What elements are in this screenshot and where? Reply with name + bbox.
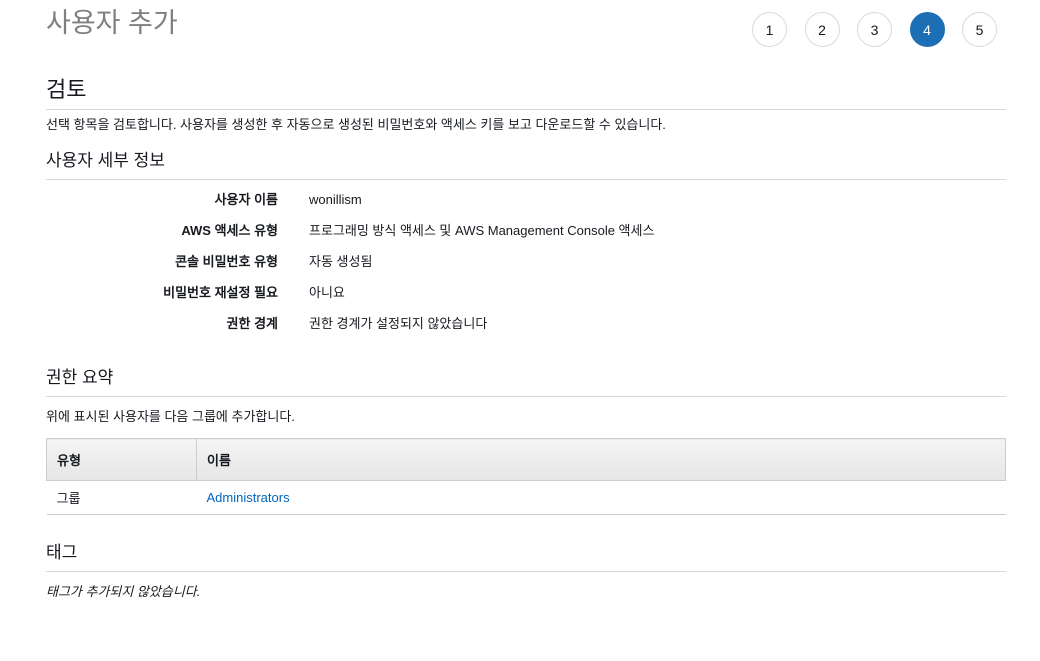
- detail-value: 권한 경계가 설정되지 않았습니다: [309, 316, 488, 331]
- wizard-steps: 1 2 3 4 5: [752, 12, 997, 47]
- detail-label: AWS 액세스 유형: [181, 223, 278, 238]
- step-4-active[interactable]: 4: [909, 12, 945, 47]
- add-user-review-page: 사용자 추가 1 2 3 4 5 검토 선택 항목을 검토합니다. 사용자를 생…: [0, 0, 1040, 661]
- cell-name: Administrators: [196, 480, 1006, 515]
- detail-label: 비밀번호 재설정 필요: [163, 285, 278, 300]
- table-row: 그룹 Administrators: [46, 480, 1006, 515]
- tags-heading: 태그: [46, 542, 1006, 572]
- permissions-heading: 권한 요약: [46, 367, 1006, 397]
- step-1[interactable]: 1: [752, 12, 787, 47]
- detail-label: 콘솔 비밀번호 유형: [175, 254, 278, 269]
- review-description: 선택 항목을 검토합니다. 사용자를 생성한 후 자동으로 생성된 비밀번호와 …: [46, 117, 666, 132]
- detail-row-password-type: 콘솔 비밀번호 유형 자동 생성됨: [46, 253, 1006, 284]
- detail-row-username: 사용자 이름 wonillism: [46, 191, 1006, 222]
- detail-label: 권한 경계: [226, 316, 278, 331]
- user-details-heading: 사용자 세부 정보: [46, 150, 1006, 180]
- detail-value: 자동 생성됨: [309, 254, 373, 269]
- permissions-description: 위에 표시된 사용자를 다음 그룹에 추가합니다.: [46, 409, 295, 424]
- step-5[interactable]: 5: [962, 12, 997, 47]
- detail-row-password-reset: 비밀번호 재설정 필요 아니요: [46, 284, 1006, 315]
- page-title: 사용자 추가: [46, 8, 178, 38]
- group-link-administrators[interactable]: Administrators: [207, 490, 290, 505]
- step-2[interactable]: 2: [804, 12, 840, 47]
- detail-value: wonillism: [309, 192, 362, 207]
- detail-label: 사용자 이름: [214, 192, 278, 207]
- table-header-row: 유형 이름: [46, 438, 1006, 481]
- detail-row-permission-boundary: 권한 경계 권한 경계가 설정되지 않았습니다: [46, 315, 1006, 346]
- detail-row-access-type: AWS 액세스 유형 프로그래밍 방식 액세스 및 AWS Management…: [46, 222, 1006, 253]
- column-header-name[interactable]: 이름: [196, 438, 1006, 481]
- step-3[interactable]: 3: [857, 12, 892, 47]
- detail-value: 프로그래밍 방식 액세스 및 AWS Management Console 액세…: [309, 223, 655, 238]
- permissions-table: 유형 이름 그룹 Administrators: [46, 438, 1006, 515]
- tags-empty-text: 태그가 추가되지 않았습니다.: [46, 584, 201, 599]
- detail-value: 아니요: [309, 285, 345, 300]
- cell-type: 그룹: [46, 480, 197, 515]
- column-header-type[interactable]: 유형: [46, 438, 197, 481]
- review-heading: 검토: [46, 76, 1006, 110]
- user-details-list: 사용자 이름 wonillism AWS 액세스 유형 프로그래밍 방식 액세스…: [46, 191, 1006, 346]
